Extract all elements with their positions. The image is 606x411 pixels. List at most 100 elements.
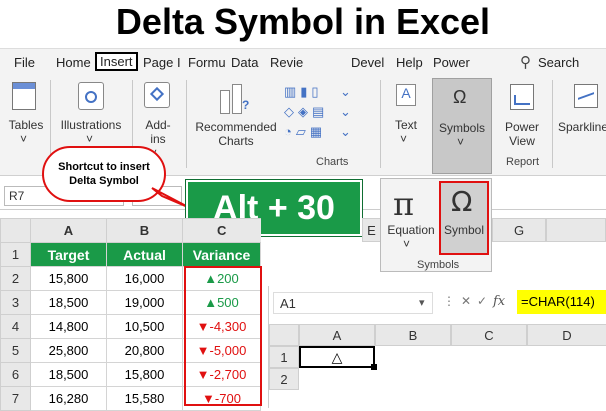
omega-icon: Ω [451, 185, 473, 218]
symbols-group-label: Symbols [417, 259, 460, 271]
cell-target[interactable]: 18,500 [30, 290, 107, 315]
equation-button[interactable]: Equation [383, 223, 439, 237]
fx-icon[interactable]: fx [493, 294, 505, 309]
power-view-line1[interactable]: Power [500, 120, 544, 134]
menu-help[interactable]: Help [396, 55, 423, 70]
inset-workbook: A1 ▾ ⋮✕✓ fx =CHAR(114) A B C D 1 2 △ [268, 286, 606, 408]
divider [186, 80, 187, 168]
cell-actual[interactable]: 19,000 [106, 290, 183, 315]
sparklines-button[interactable]: Sparkline [558, 120, 606, 134]
tables-button[interactable]: Tables [6, 118, 46, 132]
charts-group-label: Charts [316, 156, 349, 168]
column-header[interactable] [546, 218, 606, 242]
symbols-button[interactable]: Ω Symbols ˅ [432, 78, 492, 174]
divider [552, 80, 553, 168]
header-cell-target[interactable]: Target [30, 242, 107, 267]
menu-power[interactable]: Power [433, 55, 470, 70]
cell-target[interactable]: 16,280 [30, 386, 107, 411]
row-header[interactable]: 6 [0, 362, 31, 387]
search-icon[interactable]: ⚲ [520, 53, 531, 71]
inset-column-c[interactable]: C [451, 324, 527, 346]
callout-line2: Delta Symbol [69, 175, 139, 187]
menu-insert[interactable]: Insert [95, 52, 138, 71]
menu-file[interactable]: File [14, 55, 35, 70]
menu-developer[interactable]: Devel [351, 55, 384, 70]
power-view-icon [510, 84, 534, 110]
page-title: Delta Symbol in Excel [115, 1, 491, 42]
inset-formula[interactable]: =CHAR(114) [517, 290, 606, 314]
cell-actual[interactable]: 16,000 [106, 266, 183, 291]
tables-icon [12, 82, 36, 110]
header-cell-actual[interactable]: Actual [106, 242, 183, 267]
column-header-b[interactable]: B [106, 218, 183, 243]
header-cell-variance[interactable]: Variance [182, 242, 261, 267]
pi-icon: π [393, 185, 415, 223]
cell-target[interactable]: 25,800 [30, 338, 107, 363]
row-header[interactable]: 4 [0, 314, 31, 339]
menu-data[interactable]: Data [231, 55, 258, 70]
callout-bubble: Shortcut to insert Delta Symbol [42, 146, 166, 202]
cell-actual[interactable]: 20,800 [106, 338, 183, 363]
inset-row-header[interactable]: 1 [269, 346, 299, 368]
addins-button-line2[interactable]: ins [138, 132, 178, 146]
sparklines-icon [574, 84, 598, 108]
row-header[interactable]: 2 [0, 266, 31, 291]
callout-line1: Shortcut to insert [58, 161, 150, 173]
inset-corner[interactable] [269, 324, 299, 346]
chevron-down-icon: ˅ [400, 132, 408, 146]
illustrations-icon [78, 82, 104, 110]
inset-row-header[interactable]: 2 [269, 368, 299, 390]
chevron-down-icon: ˅ [20, 132, 28, 146]
cell-actual[interactable]: 15,580 [106, 386, 183, 411]
inset-name-box[interactable]: A1 [273, 292, 433, 314]
illustrations-button[interactable]: Illustrations [58, 118, 124, 132]
menu-review[interactable]: Revie [270, 55, 303, 70]
cell-target[interactable]: 14,800 [30, 314, 107, 339]
symbol-label: Symbol [443, 223, 484, 237]
row-header[interactable]: 3 [0, 290, 31, 315]
select-all-corner[interactable] [0, 218, 31, 243]
text-button[interactable]: Text [386, 118, 426, 132]
chart-dropdown-icons[interactable]: ⌄ ⌄ ⌄ [340, 82, 351, 142]
fill-handle[interactable] [371, 364, 377, 370]
omega-icon: Ω [453, 87, 467, 107]
column-header-e[interactable]: E [362, 218, 380, 242]
addins-icon [144, 82, 170, 108]
recommended-charts-icon: ? [220, 84, 254, 114]
recommended-charts-line2[interactable]: Charts [190, 134, 282, 148]
divider [380, 80, 381, 168]
menu-home[interactable]: Home [56, 55, 91, 70]
symbol-button[interactable]: Ω Symbol [439, 181, 489, 255]
row-header[interactable]: 1 [0, 242, 31, 267]
cell-actual[interactable]: 15,800 [106, 362, 183, 387]
recommended-charts-line1[interactable]: Recommended [190, 120, 282, 134]
chevron-down-icon: ▾ [419, 297, 425, 309]
column-header-c[interactable]: C [182, 218, 261, 243]
addins-button-line1[interactable]: Add- [138, 118, 178, 132]
inset-column-d[interactable]: D [527, 324, 606, 346]
variance-highlight [184, 266, 262, 406]
cell-actual[interactable]: 10,500 [106, 314, 183, 339]
column-header-g[interactable]: G [492, 218, 546, 242]
menu-formulas[interactable]: Formu [188, 55, 226, 70]
search-label[interactable]: Search [538, 55, 579, 70]
symbols-label: Symbols [438, 121, 485, 135]
cell-target[interactable]: 15,800 [30, 266, 107, 291]
inset-column-a[interactable]: A [299, 324, 375, 346]
row-header[interactable]: 7 [0, 386, 31, 411]
text-icon: A [396, 84, 416, 106]
column-header-a[interactable]: A [30, 218, 107, 243]
inset-cell-a1[interactable]: △ [299, 346, 375, 368]
chevron-down-icon: ˅ [86, 132, 94, 146]
inset-column-b[interactable]: B [375, 324, 451, 346]
chevron-down-icon: ˅ [457, 135, 465, 149]
chevron-down-icon: ˅ [403, 237, 411, 251]
symbols-popup: π Equation ˅ Ω Symbol Symbols [380, 178, 492, 272]
power-view-line2[interactable]: View [500, 134, 544, 148]
menu-page-layout[interactable]: Page I [143, 55, 181, 70]
formula-bar-icons[interactable]: ⋮✕✓ [443, 294, 493, 308]
menu-bar: File Home Insert Page I Formu Data Revie… [0, 48, 606, 76]
row-header[interactable]: 5 [0, 338, 31, 363]
chart-type-icons[interactable]: ▥▮▯ ◇◈▤ ◔▱▦ [284, 82, 328, 142]
cell-target[interactable]: 18,500 [30, 362, 107, 387]
